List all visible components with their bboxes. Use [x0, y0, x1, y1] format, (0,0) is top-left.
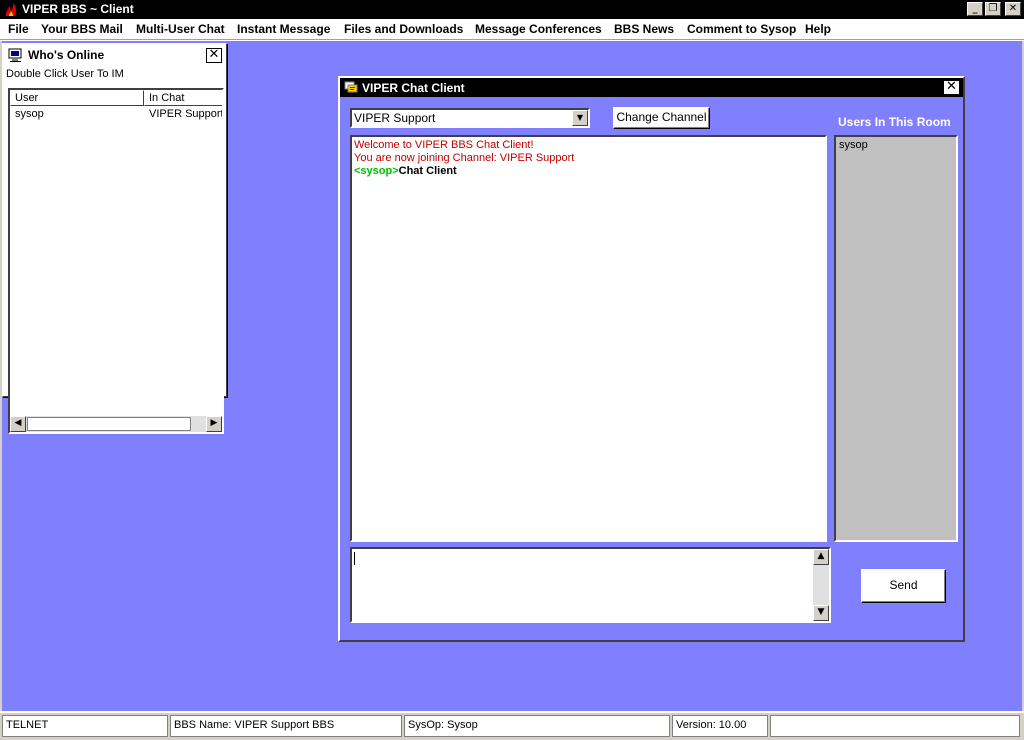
chat-title: VIPER Chat Client: [362, 81, 465, 95]
close-icon: ✕: [946, 79, 957, 94]
send-button[interactable]: Send: [861, 569, 946, 603]
chat-close-button[interactable]: ✕: [943, 80, 960, 95]
user-channel: VIPER Support: [149, 108, 224, 120]
menu-message-conferences[interactable]: Message Conferences: [475, 22, 602, 36]
menu-bar: File Your BBS Mail Multi-User Chat Insta…: [0, 19, 1024, 40]
status-sysop: SysOp: Sysop: [404, 715, 670, 737]
users-in-room-label: Users In This Room: [838, 115, 951, 129]
column-user[interactable]: User: [10, 90, 144, 106]
chat-client-window: VIPER Chat Client ✕ VIPER Support ▼ Chan…: [338, 76, 965, 642]
list-item[interactable]: sysop: [839, 139, 953, 151]
scroll-down-icon[interactable]: ▼: [813, 605, 829, 621]
status-spare: [770, 715, 1020, 737]
text-caret: [354, 552, 355, 565]
whos-online-panel: Who's Online ✕ Double Click User To IM U…: [2, 43, 227, 434]
minimize-button[interactable]: _: [967, 2, 983, 16]
whos-online-close-button[interactable]: ✕: [206, 48, 222, 63]
chat-client-icon: [344, 81, 358, 93]
horizontal-scrollbar[interactable]: ◀ ▶: [10, 416, 222, 432]
chat-input-field[interactable]: ▲ ▼: [350, 547, 831, 623]
message-text: Chat Client: [398, 165, 457, 177]
scroll-thumb[interactable]: [27, 417, 191, 431]
whos-online-hint: Double Click User To IM: [6, 68, 124, 80]
status-bbs-name: BBS Name: VIPER Support BBS: [170, 715, 402, 737]
restore-button[interactable]: ❐: [985, 2, 1001, 16]
list-header: User In Chat: [10, 90, 222, 106]
system-message: Welcome to VIPER BBS Chat Client!: [354, 139, 534, 151]
chevron-down-icon[interactable]: ▼: [572, 110, 588, 126]
scroll-right-icon[interactable]: ▶: [206, 416, 222, 432]
menu-instant-message[interactable]: Instant Message: [237, 22, 330, 36]
menu-mail[interactable]: Your BBS Mail: [41, 22, 123, 36]
user-name: sysop: [15, 108, 44, 120]
channel-value: VIPER Support: [354, 111, 436, 125]
menu-help[interactable]: Help: [805, 22, 831, 36]
channel-select[interactable]: VIPER Support ▼: [350, 108, 590, 128]
restore-icon: ❐: [988, 3, 998, 14]
menu-comment-sysop[interactable]: Comment to Sysop: [687, 22, 796, 36]
room-users-list[interactable]: sysop: [834, 135, 958, 542]
online-users-list[interactable]: User In Chat sysop VIPER Support ◀ ▶: [8, 88, 224, 434]
list-item[interactable]: sysop VIPER Support: [10, 108, 224, 122]
close-button[interactable]: ✕: [1005, 2, 1021, 16]
chat-titlebar[interactable]: VIPER Chat Client ✕: [340, 78, 963, 97]
status-version: Version: 10.00: [672, 715, 768, 737]
viper-app-icon: [5, 3, 17, 16]
column-in-chat[interactable]: In Chat: [144, 90, 222, 106]
chat-message: <sysop>Chat Client: [354, 165, 823, 178]
app-titlebar[interactable]: VIPER BBS ~ Client _ ❐ ✕: [0, 0, 1024, 19]
menu-file[interactable]: File: [8, 22, 29, 36]
app-title: VIPER BBS ~ Client: [22, 2, 134, 16]
minimize-icon: _: [972, 3, 978, 14]
menu-files-downloads[interactable]: Files and Downloads: [344, 22, 463, 36]
message-nick: <sysop>: [354, 165, 399, 177]
whos-online-title: Who's Online: [28, 48, 105, 62]
whos-online-icon: [8, 48, 22, 62]
status-bar: TELNET BBS Name: VIPER Support BBS SysOp…: [0, 711, 1024, 740]
menu-bbs-news[interactable]: BBS News: [614, 22, 674, 36]
chat-messages-area[interactable]: Welcome to VIPER BBS Chat Client! You ar…: [350, 135, 827, 542]
menu-multi-user-chat[interactable]: Multi-User Chat: [136, 22, 225, 36]
scroll-left-icon[interactable]: ◀: [10, 416, 26, 432]
vertical-scrollbar[interactable]: ▲ ▼: [813, 549, 829, 621]
status-connection: TELNET: [2, 715, 168, 737]
system-message: You are now joining Channel: VIPER Suppo…: [354, 152, 575, 164]
close-icon: ✕: [1008, 3, 1018, 14]
close-icon: ✕: [208, 47, 220, 62]
scroll-up-icon[interactable]: ▲: [813, 549, 829, 565]
change-channel-button[interactable]: Change Channel: [613, 107, 710, 129]
